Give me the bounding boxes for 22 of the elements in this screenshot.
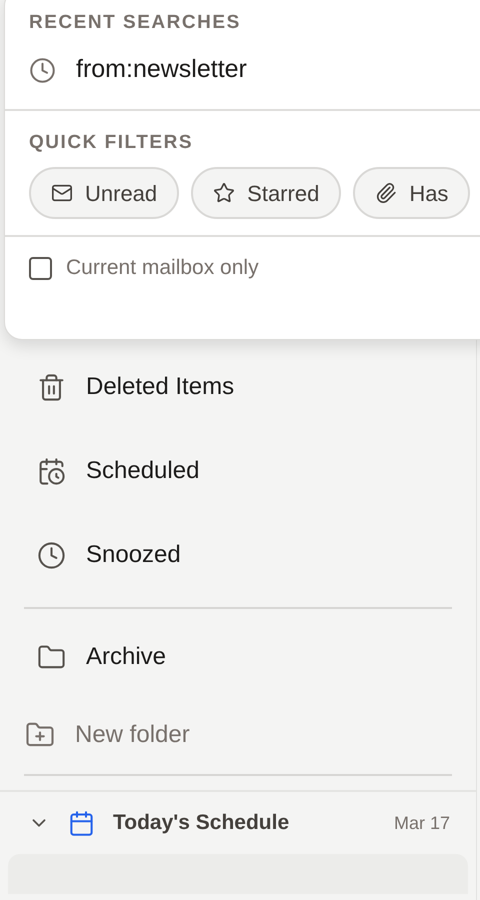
paperclip-icon <box>375 182 398 204</box>
folder-item[interactable]: Snoozed <box>0 513 476 597</box>
star-icon <box>213 182 236 204</box>
clock-icon <box>29 56 56 84</box>
section-heading: QUICK FILTERS <box>29 131 194 155</box>
filter-chip[interactable]: Starred <box>191 167 342 219</box>
filter-chip[interactable]: Has <box>353 167 470 219</box>
folder-item[interactable]: Archive <box>0 618 476 696</box>
recent-search-item[interactable]: from:newsletter <box>5 35 480 105</box>
folder-item[interactable]: Scheduled <box>0 429 476 513</box>
filter-chip[interactable]: Unread <box>29 167 180 219</box>
section-heading: RECENT SEARCHES <box>29 11 241 35</box>
trash-icon <box>37 372 66 402</box>
schedule-header[interactable]: Today's Schedule Mar 17 <box>0 792 476 854</box>
envelope-icon <box>51 182 73 204</box>
calendar-icon <box>68 810 95 836</box>
clock-icon <box>37 540 66 570</box>
folder-item[interactable]: Deleted Items <box>0 345 476 429</box>
mailbox-scope-checkbox[interactable]: Current mailbox only <box>5 237 267 299</box>
calendar-clock-icon <box>37 456 66 486</box>
checkbox[interactable] <box>29 256 52 280</box>
new-folder-button[interactable]: New folder <box>0 696 476 774</box>
